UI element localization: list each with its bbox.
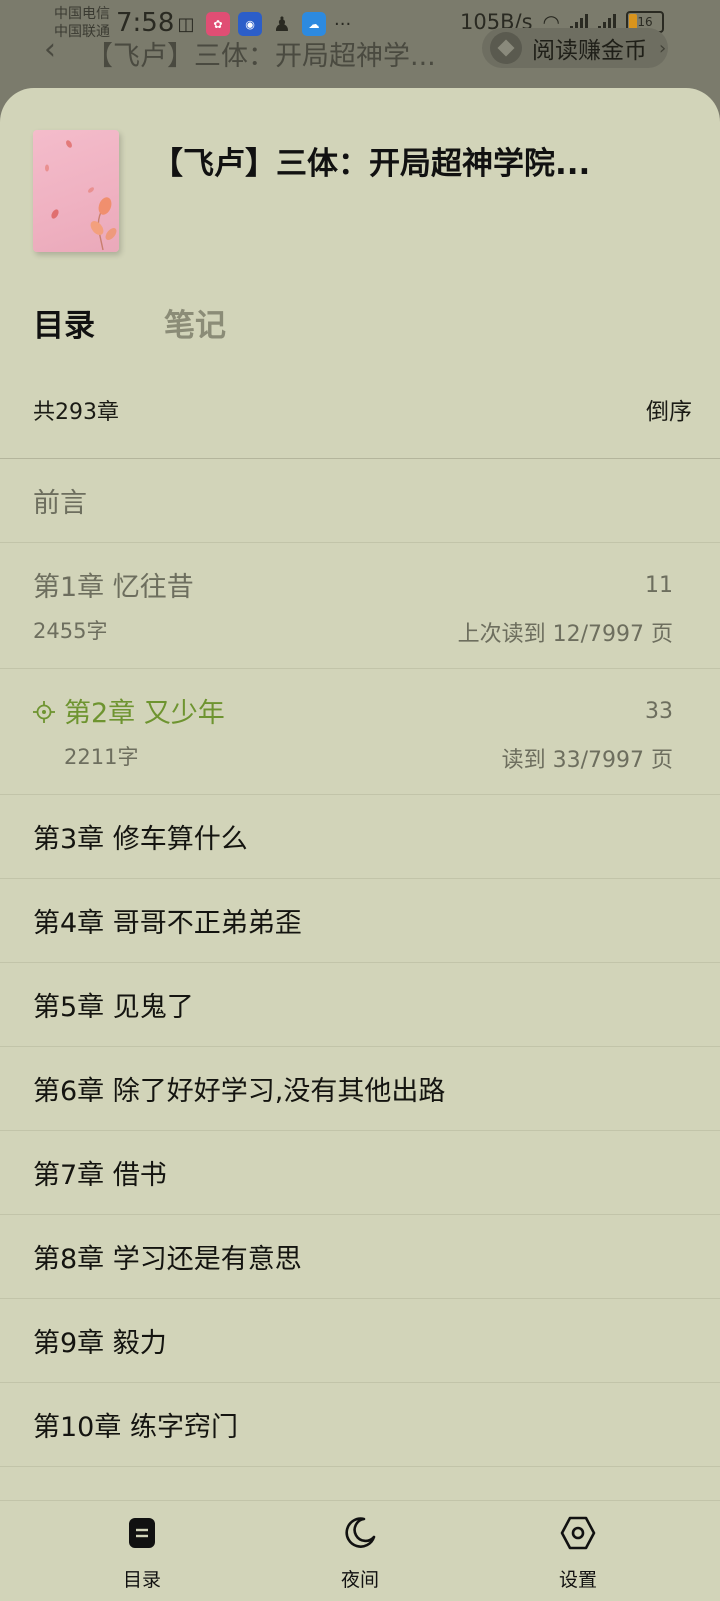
chapter-list: 前言 第1章 忆往昔 11 2455字 上次读到 12/7997 页 第2章 又… — [0, 459, 720, 1467]
chapter-row[interactable]: 第8章 学习还是有意思 — [0, 1215, 720, 1299]
bottom-nav: 目录 夜间 设置 — [0, 1500, 720, 1601]
chapter-row[interactable]: 前言 — [0, 459, 720, 543]
chapter-page-number: 11 — [645, 573, 673, 598]
chapter-row[interactable]: 第9章 毅力 — [0, 1299, 720, 1383]
chapter-title: 第2章 又少年 — [64, 698, 225, 729]
chapter-row[interactable]: 第7章 借书 — [0, 1131, 720, 1215]
chapter-read-progress: 读到 33/7997 页 — [501, 748, 673, 773]
nav-toc-label: 目录 — [122, 1569, 161, 1591]
settings-hexagon-icon — [560, 1516, 596, 1550]
chapter-word-count: 2211字 — [64, 745, 139, 769]
chapter-title: 第1章 忆往昔 — [33, 572, 194, 603]
chapter-title: 第6章 除了好好学习,没有其他出路 — [33, 1076, 446, 1107]
chapter-title: 第8章 学习还是有意思 — [33, 1244, 302, 1275]
chapter-row-current[interactable]: 第2章 又少年 33 2211字 读到 33/7997 页 — [0, 669, 720, 795]
book-title: 【飞卢】三体：开局超神学院... — [152, 146, 591, 182]
nav-settings[interactable]: 设置 — [518, 1515, 638, 1592]
tab-toc[interactable]: 目录 — [33, 300, 95, 345]
coin-icon — [490, 32, 522, 64]
reader-title: 【飞卢】三体：开局超神学... — [86, 41, 436, 72]
toc-icon — [129, 1518, 155, 1548]
locate-icon — [33, 701, 55, 723]
nav-night-label: 夜间 — [340, 1569, 379, 1591]
nav-toc[interactable]: 目录 — [82, 1515, 202, 1592]
chapter-title: 第7章 借书 — [33, 1160, 167, 1191]
earn-coins-button[interactable]: 阅读赚金币 › — [482, 28, 668, 68]
cover-flower-art — [45, 140, 117, 251]
chapter-row[interactable]: 第6章 除了好好学习,没有其他出路 — [0, 1047, 720, 1131]
chapter-row[interactable]: 第10章 练字窍门 — [0, 1383, 720, 1467]
earn-coins-label: 阅读赚金币 — [532, 38, 647, 64]
chapter-read-progress: 上次读到 12/7997 页 — [457, 622, 673, 647]
reverse-order-button[interactable]: 倒序 — [646, 392, 692, 426]
chapter-title: 第4章 哥哥不正弟弟歪 — [33, 908, 302, 939]
chapter-count: 共293章 — [33, 400, 119, 425]
chevron-left-icon[interactable]: ‹ — [44, 32, 56, 67]
book-cover — [33, 130, 119, 252]
carrier-1: 中国电信 — [54, 6, 110, 22]
chapter-title: 第9章 毅力 — [33, 1328, 167, 1359]
catalog-sheet: 【飞卢】三体：开局超神学院... 目录 笔记 共293章 倒序 前言 第1章 忆… — [0, 88, 720, 1600]
reader-top-bar: ‹ 【飞卢】三体：开局超神学... 阅读赚金币 › — [0, 26, 720, 76]
nav-night[interactable]: 夜间 — [300, 1515, 420, 1592]
chapter-title: 第10章 练字窍门 — [33, 1412, 238, 1443]
tab-notes[interactable]: 笔记 — [164, 300, 226, 345]
chapter-row[interactable]: 第3章 修车算什么 — [0, 795, 720, 879]
chapter-row[interactable]: 第4章 哥哥不正弟弟歪 — [0, 879, 720, 963]
chevron-right-icon: › — [659, 37, 667, 59]
chapter-title: 第3章 修车算什么 — [33, 824, 248, 855]
chapter-page-number: 33 — [645, 699, 673, 724]
nav-settings-label: 设置 — [558, 1569, 597, 1591]
chapter-row[interactable]: 第1章 忆往昔 11 2455字 上次读到 12/7997 页 — [0, 543, 720, 669]
chapter-word-count: 2455字 — [33, 619, 108, 643]
chapter-row[interactable]: 第5章 见鬼了 — [0, 963, 720, 1047]
chapter-title: 前言 — [33, 488, 87, 519]
moon-icon — [345, 1517, 376, 1548]
chapter-title: 第5章 见鬼了 — [33, 992, 194, 1023]
